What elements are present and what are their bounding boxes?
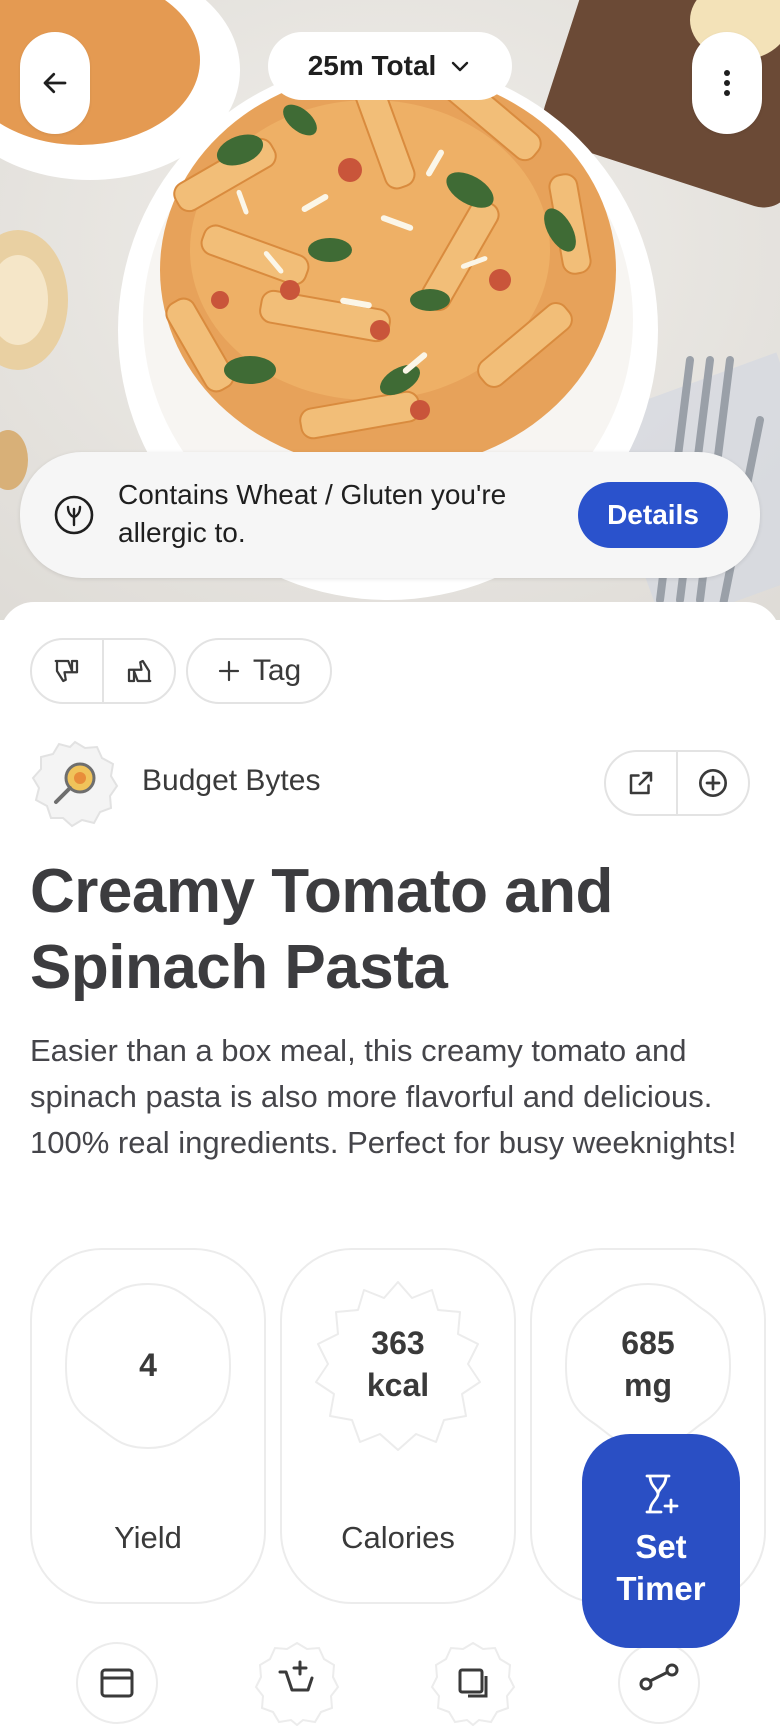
plus-icon — [218, 660, 239, 682]
back-button[interactable] — [20, 32, 90, 134]
source-logo[interactable] — [30, 738, 120, 828]
open-external-icon — [629, 771, 653, 795]
like-button[interactable] — [104, 640, 174, 702]
add-to-cart-button[interactable] — [254, 1640, 340, 1726]
meal-plan-button[interactable] — [74, 1640, 160, 1726]
set-timer-label: Set Timer — [616, 1528, 706, 1607]
stat-card-yield[interactable]: 4 Yield — [30, 1248, 266, 1604]
thumbs-up-icon — [127, 659, 152, 683]
yield-value: 4 — [139, 1347, 157, 1383]
allergy-message: Contains Wheat / Gluten you're allergic … — [118, 479, 507, 548]
yield-label: Yield — [114, 1520, 182, 1555]
recipe-title: Creamy Tomato and Spinach Pasta — [30, 857, 613, 1002]
rating-button-group — [30, 638, 176, 704]
total-time-dropdown[interactable]: 25m Total — [268, 32, 512, 100]
chevron-down-icon — [452, 61, 469, 72]
stat-card-calories[interactable]: 363 kcal Calories — [280, 1248, 516, 1604]
source-action-group — [604, 750, 750, 816]
recipe-hero-image: 25m Total Contains Wheat / Gluten you're… — [0, 0, 780, 620]
calories-value: 363 kcal — [366, 1325, 430, 1403]
recipe-description: Easier than a box meal, this creamy toma… — [30, 1033, 737, 1160]
sodium-value: 685 mg — [621, 1325, 675, 1403]
add-circle-icon — [699, 769, 727, 797]
wheat-icon — [54, 495, 94, 535]
total-time-label: 25m Total — [307, 50, 437, 81]
arrow-left-icon — [43, 72, 67, 94]
thumbs-down-icon — [54, 659, 79, 683]
add-tag-button[interactable]: Tag — [186, 638, 332, 704]
allergy-warning-banner: Contains Wheat / Gluten you're allergic … — [20, 452, 760, 578]
set-timer-fab[interactable]: Set Timer — [582, 1434, 740, 1648]
allergy-details-button[interactable]: Details — [578, 482, 728, 548]
comments-button[interactable] — [430, 1640, 516, 1726]
open-source-button[interactable] — [606, 752, 678, 814]
dislike-button[interactable] — [32, 640, 104, 702]
source-name[interactable]: Budget Bytes — [142, 764, 320, 798]
hourglass-add-icon — [645, 1474, 679, 1514]
tag-label: Tag — [252, 654, 302, 687]
recipe-source: Budget Bytes — [30, 736, 750, 832]
share-button[interactable] — [616, 1640, 702, 1726]
more-vert-icon — [724, 70, 730, 96]
more-options-button[interactable] — [692, 32, 762, 134]
calories-label: Calories — [341, 1520, 455, 1555]
add-to-collection-button[interactable] — [678, 752, 748, 814]
